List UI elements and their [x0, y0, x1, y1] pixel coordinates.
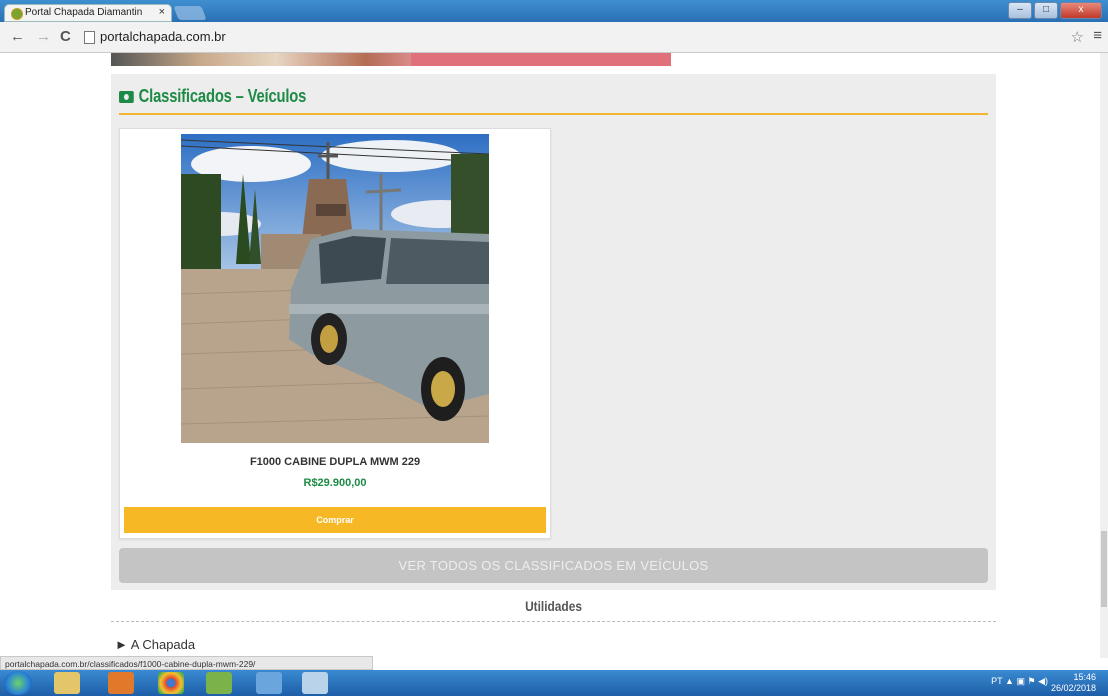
page-icon	[84, 31, 95, 44]
volume-icon[interactable]: ◀)	[1038, 676, 1048, 686]
tab-close-icon[interactable]: ×	[159, 6, 165, 18]
classifieds-section: Classificados – Veículos F1000 CABINE DU…	[111, 74, 996, 590]
file-explorer-icon[interactable]	[54, 672, 80, 694]
page-content: Classificados – Veículos F1000 CABINE DU…	[0, 53, 1100, 658]
paint-icon[interactable]	[302, 672, 328, 694]
network-icon[interactable]: ▣	[1016, 676, 1025, 686]
tab-title: Portal Chapada Diamantin	[25, 7, 143, 18]
title-divider	[119, 113, 988, 115]
bookmark-star-icon[interactable]: ☆	[1071, 28, 1084, 46]
paint-program-icon[interactable]	[206, 672, 232, 694]
forward-icon[interactable]: →	[36, 28, 51, 45]
address-bar[interactable]: portalchapada.com.br	[100, 29, 226, 44]
money-icon	[119, 91, 134, 104]
product-card: F1000 CABINE DUPLA MWM 229 R$29.900,00 C…	[119, 128, 551, 539]
product-price: R$29.900,00	[303, 477, 367, 489]
banner-image-left	[111, 53, 411, 66]
scrollbar-thumb[interactable]	[1101, 531, 1107, 607]
utilidades-item-label[interactable]: A Chapada	[131, 637, 195, 652]
clock-time: 15:46	[1073, 672, 1096, 682]
product-image[interactable]	[181, 134, 489, 443]
language-indicator[interactable]: PT	[991, 676, 1002, 686]
clock[interactable]: 15:46 26/02/2018	[1051, 672, 1096, 694]
ad-banner[interactable]	[111, 53, 671, 66]
utilidades-heading: Utilidades	[525, 598, 582, 614]
vertical-scrollbar[interactable]	[1100, 53, 1108, 658]
start-button-icon[interactable]	[4, 671, 32, 695]
tray-arrow-icon[interactable]: ▲	[1005, 676, 1016, 686]
back-icon[interactable]: ←	[10, 28, 25, 45]
notepad-icon[interactable]	[256, 672, 282, 694]
buy-button[interactable]: Comprar	[124, 507, 546, 533]
status-bar-url: portalchapada.com.br/classificados/f1000…	[0, 656, 373, 670]
utilidades-item[interactable]: ► A Chapada	[115, 637, 195, 652]
browser-tab[interactable]: Portal Chapada Diamantin ×	[4, 4, 172, 22]
browser-toolbar: ← → C portalchapada.com.br ☆ ≡	[0, 22, 1108, 53]
dashed-divider	[111, 621, 996, 622]
minimize-button[interactable]: –	[1008, 2, 1032, 19]
site-favicon-icon	[11, 8, 23, 20]
close-window-button[interactable]: x	[1060, 2, 1102, 19]
view-all-vehicles-button[interactable]: VER TODOS OS CLASSIFICADOS EM VEÍCULOS	[119, 548, 988, 583]
flag-icon[interactable]: ⚑	[1027, 676, 1035, 686]
windows-taskbar: PT ▲ ▣ ⚑ ◀) 15:46 26/02/2018	[0, 670, 1108, 696]
chrome-icon[interactable]	[158, 672, 184, 694]
system-tray: PT ▲ ▣ ⚑ ◀)	[991, 676, 1048, 687]
maximize-button[interactable]: □	[1034, 2, 1058, 19]
section-title-text: Classificados – Veículos	[138, 86, 307, 106]
section-title: Classificados – Veículos	[119, 86, 306, 107]
media-player-icon[interactable]	[108, 672, 134, 694]
clock-date: 26/02/2018	[1050, 683, 1096, 693]
product-name[interactable]: F1000 CABINE DUPLA MWM 229	[120, 456, 550, 468]
window-controls: – □ x	[1008, 2, 1102, 19]
truck-photo	[181, 134, 489, 443]
banner-image-right	[411, 53, 671, 66]
arrow-right-icon: ►	[115, 637, 128, 652]
reload-icon[interactable]: C	[60, 28, 71, 45]
new-tab-button[interactable]	[173, 6, 207, 20]
browser-title-bar: Portal Chapada Diamantin × – □ x	[0, 0, 1108, 22]
chrome-menu-icon[interactable]: ≡	[1093, 27, 1102, 44]
